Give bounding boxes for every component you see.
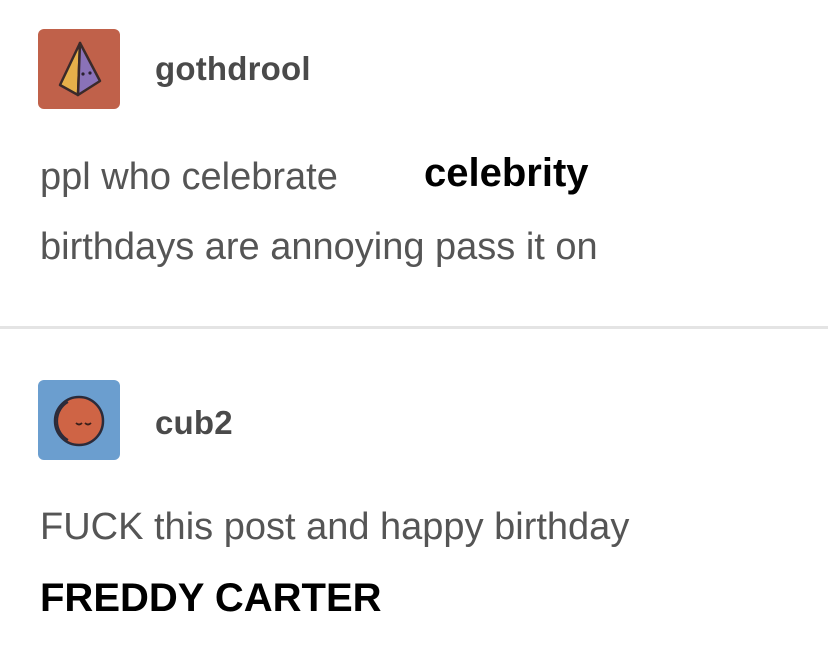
post-gothdrool: gothdrool ppl who celebrate celebrity bi… bbox=[0, 0, 828, 327]
post-divider bbox=[0, 326, 828, 329]
post-text-line: FUCK this post and happy birthday bbox=[40, 506, 630, 548]
username[interactable]: gothdrool bbox=[155, 50, 311, 88]
post-text-line: birthdays are annoying pass it on bbox=[40, 226, 598, 268]
post-text-line: ppl who celebrate bbox=[40, 156, 338, 198]
overlay-caption-word: celebrity bbox=[424, 151, 589, 195]
username[interactable]: cub2 bbox=[155, 404, 233, 442]
post-cub2: cub2 FUCK this post and happy birthday F… bbox=[0, 330, 828, 650]
moon-face-avatar-icon[interactable] bbox=[38, 380, 120, 460]
overlay-caption-text: FREDDY CARTER bbox=[40, 576, 382, 620]
pyramid-avatar-icon[interactable] bbox=[38, 29, 120, 109]
